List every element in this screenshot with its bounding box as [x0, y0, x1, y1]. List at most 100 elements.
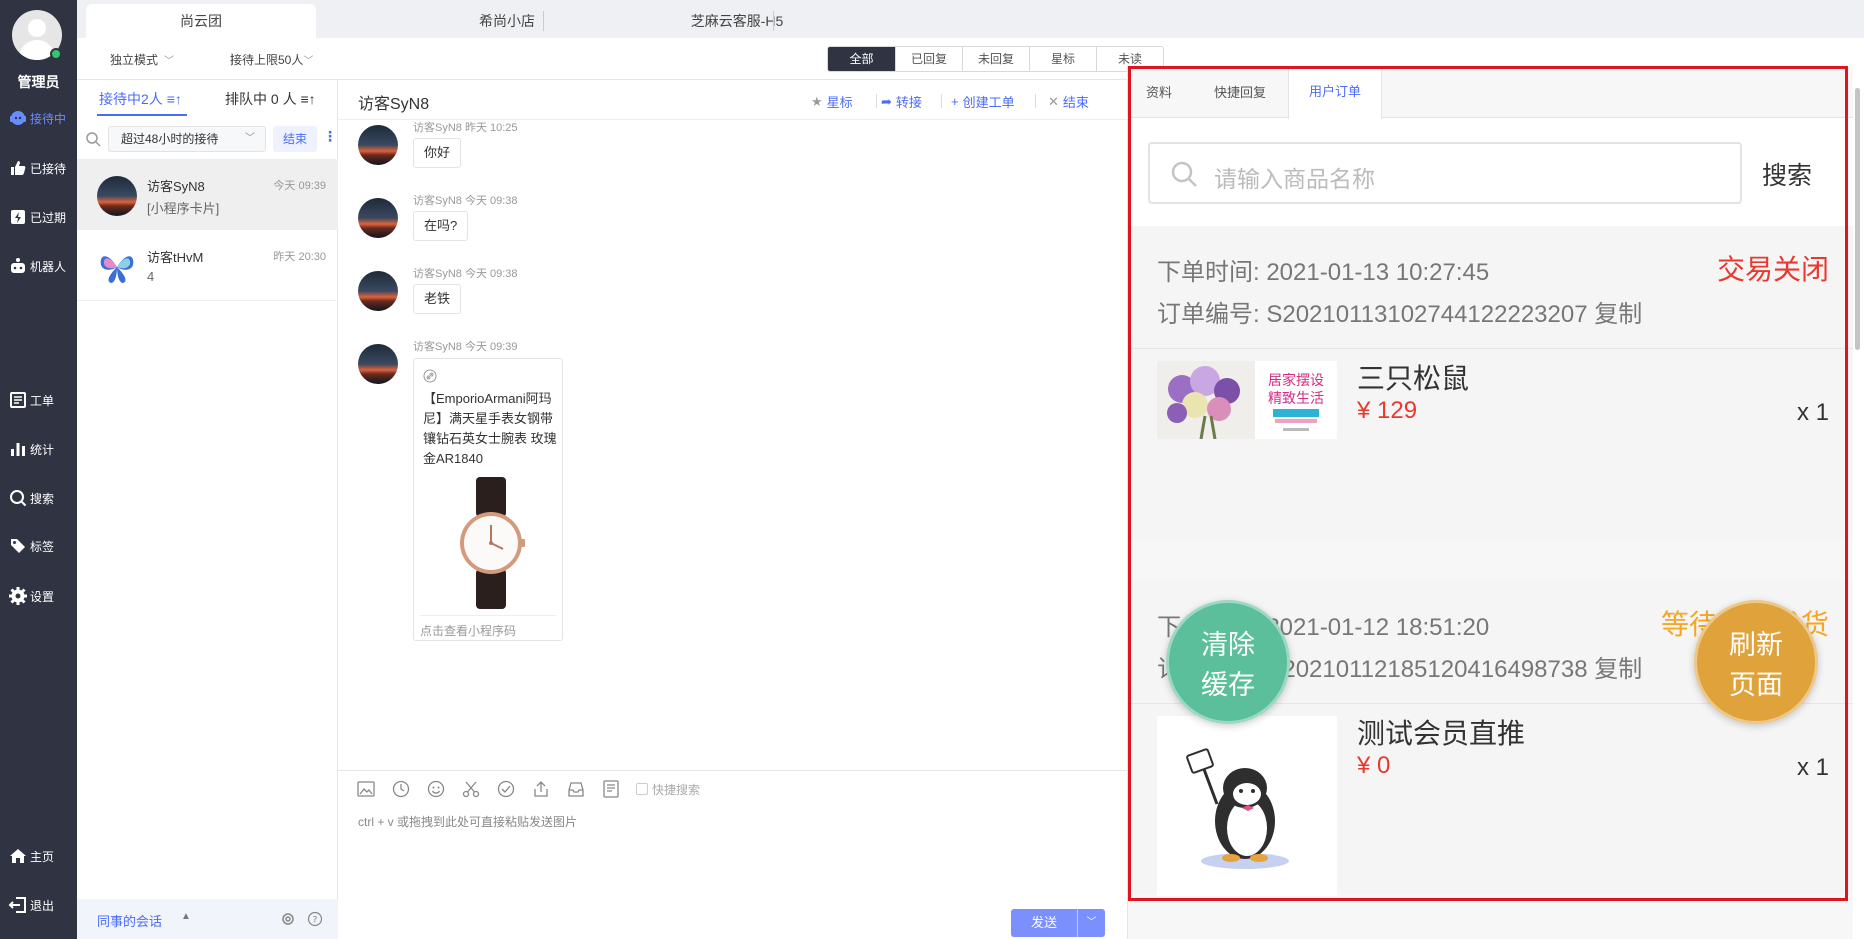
filter-unreplied[interactable]: 未回复: [962, 47, 1029, 71]
gear-icon[interactable]: [280, 911, 296, 927]
evaluation-icon[interactable]: [496, 779, 516, 799]
message-bubble: 你好: [413, 138, 462, 168]
mini-program-card[interactable]: 【EmporioArmani阿玛尼】满天星手表女钢带镶钻石英女士腕表 玫瑰金AR…: [413, 358, 563, 641]
limit-value: 接待上限50人: [230, 53, 304, 67]
nav-item-search[interactable]: 搜索: [0, 483, 77, 513]
session-item[interactable]: 访客SyN8 今天 09:39 [小程序卡片]: [77, 160, 338, 230]
nav-item-serving[interactable]: 接待中: [0, 103, 77, 133]
chevron-down-icon: ﹀: [164, 56, 175, 67]
emoji-icon[interactable]: [426, 779, 446, 799]
checkbox[interactable]: [636, 783, 648, 795]
tab-serving[interactable]: 接待中2人 ≡↑: [99, 89, 182, 109]
online-status-dot: [50, 48, 62, 60]
order-time: 下单时间: 2021-01-13 10:27:45: [1157, 259, 1490, 286]
help-icon[interactable]: ?: [307, 911, 323, 927]
plus-icon: +: [951, 94, 959, 109]
nav-item-robot[interactable]: 机器人: [0, 251, 77, 281]
message-bubble: 在吗?: [413, 211, 469, 241]
sort-icon[interactable]: ≡↑: [300, 91, 315, 107]
nav-item-served[interactable]: 已接待: [0, 153, 77, 183]
order-status: 交易关闭: [1716, 254, 1829, 285]
search-icon[interactable]: [85, 131, 101, 147]
link-icon: [423, 369, 437, 383]
transfer-button[interactable]: ➦ 转接: [881, 92, 922, 111]
time-filter-value: 超过48小时的接待: [121, 132, 219, 146]
share-icon: ➦: [881, 93, 892, 109]
image-icon[interactable]: [356, 779, 376, 799]
nav-item-settings[interactable]: 设置: [0, 581, 77, 611]
customer-info-panel: 资料 快捷回复 用户订单 请输入商品名称 搜索 下单时间: 2021-01-13…: [1127, 66, 1853, 939]
colleague-sessions-bar[interactable]: 同事的会话 ▲ ?: [77, 899, 338, 939]
order-number[interactable]: 订单编号: S20210113102744122223207 复制: [1157, 294, 1642, 329]
star-label: 星标: [826, 95, 853, 110]
chat-header: 访客SyN8 ★ 星标 ➦ 转接 + 创建工单 ✕ 结束: [338, 80, 1127, 120]
product-quantity: x 1: [1796, 399, 1829, 426]
session-item[interactable]: 访客tHvM 昨天 20:30 4: [77, 231, 338, 301]
clock-icon[interactable]: [391, 779, 411, 799]
nav-label: 设置: [30, 589, 55, 604]
search-icon: [1171, 161, 1197, 187]
quick-search-toggle[interactable]: 快捷搜索: [636, 781, 700, 798]
tab-user-orders[interactable]: 用户订单: [1288, 66, 1383, 119]
time-filter-select[interactable]: 超过48小时的接待 ﹀: [108, 126, 266, 152]
create-ticket-button[interactable]: + 创建工单: [951, 92, 1015, 111]
end-all-button[interactable]: 结束: [273, 126, 317, 152]
nav-label: 接待中: [30, 111, 67, 126]
visitor-avatar: [358, 344, 398, 384]
more-icon[interactable]: ⋮: [323, 128, 337, 145]
sort-icon[interactable]: ≡↑: [167, 91, 182, 107]
nav-item-expired[interactable]: 已过期: [0, 202, 77, 232]
note-icon[interactable]: [601, 779, 621, 799]
inbox-icon[interactable]: [566, 779, 586, 799]
chevron-down-icon[interactable]: ﹀: [1077, 909, 1105, 937]
product-price: ¥ 0: [1357, 752, 1391, 779]
tab-workspace-3[interactable]: 芝麻云客服-H5: [622, 4, 852, 38]
scrollbar[interactable]: [1855, 88, 1860, 350]
tab-workspace-1[interactable]: 尚云团: [86, 4, 316, 38]
tab-quick-reply[interactable]: 快捷回复: [1214, 82, 1266, 101]
nav-item-home[interactable]: 主页: [0, 841, 77, 871]
end-chat-button[interactable]: ✕ 结束: [1048, 92, 1089, 111]
filter-replied[interactable]: 已回复: [895, 47, 962, 71]
tab-queue[interactable]: 排队中 0 人 ≡↑: [225, 89, 316, 109]
scissors-icon[interactable]: [461, 779, 481, 799]
thumb-up-icon: [11, 161, 26, 175]
search-button[interactable]: 搜索: [1762, 156, 1812, 192]
chat-input-area[interactable]: 快捷搜索 ctrl + v 或拖拽到此处可直接粘贴发送图片 发送 ﹀: [338, 770, 1127, 939]
nav-item-ticket[interactable]: 工单: [0, 385, 77, 415]
divider: [941, 94, 942, 108]
filter-all[interactable]: 全部: [828, 47, 895, 71]
clear-cache-button[interactable]: 清除 缓存: [1166, 600, 1290, 724]
product-name: 测试会员直推: [1357, 718, 1526, 749]
mode-select[interactable]: 独立模式 ﹀: [110, 51, 174, 68]
product-name: 三只松鼠: [1357, 363, 1470, 394]
input-hint: ctrl + v 或拖拽到此处可直接粘贴发送图片: [358, 815, 578, 829]
svg-text:?: ?: [313, 916, 318, 926]
refresh-page-button[interactable]: 刷新 页面: [1694, 600, 1818, 724]
robot-icon: [11, 258, 25, 273]
message-meta: 访客SyN8 今天 09:38: [413, 268, 518, 280]
visitor-avatar: [358, 125, 398, 165]
nav-item-tags[interactable]: 标签: [0, 531, 77, 561]
upload-icon[interactable]: [531, 779, 551, 799]
star-button[interactable]: ★ 星标: [811, 92, 853, 111]
order-product: 测试会员直推 ¥ 0 x 1: [1128, 704, 1853, 896]
tab-workspace-2[interactable]: 希尚小店: [392, 4, 622, 38]
nav-label: 主页: [30, 849, 55, 864]
nav-item-stats[interactable]: 统计: [0, 434, 77, 464]
session-filter-bar: 超过48小时的接待 ﹀ 结束 ⋮: [77, 118, 338, 160]
product-quantity: x 1: [1796, 754, 1829, 781]
tab-profile[interactable]: 资料: [1146, 82, 1172, 101]
card-footer[interactable]: 点击查看小程序码: [420, 615, 556, 639]
session-time: 今天 09:39: [273, 180, 326, 192]
workspace-tabs: 尚云团 希尚小店 芝麻云客服-H5: [77, 0, 1864, 38]
clear-cache-label-1: 清除: [1201, 630, 1255, 660]
session-last-message: [小程序卡片]: [147, 201, 220, 216]
nav-item-logout[interactable]: 退出: [0, 890, 77, 920]
limit-select[interactable]: 接待上限50人﹀: [230, 51, 313, 68]
headset-icon: [10, 111, 26, 125]
send-button[interactable]: 发送: [1011, 909, 1077, 937]
session-last-message: 4: [147, 269, 155, 284]
filter-starred[interactable]: 星标: [1029, 47, 1096, 71]
product-search-input[interactable]: 请输入商品名称: [1148, 142, 1742, 204]
